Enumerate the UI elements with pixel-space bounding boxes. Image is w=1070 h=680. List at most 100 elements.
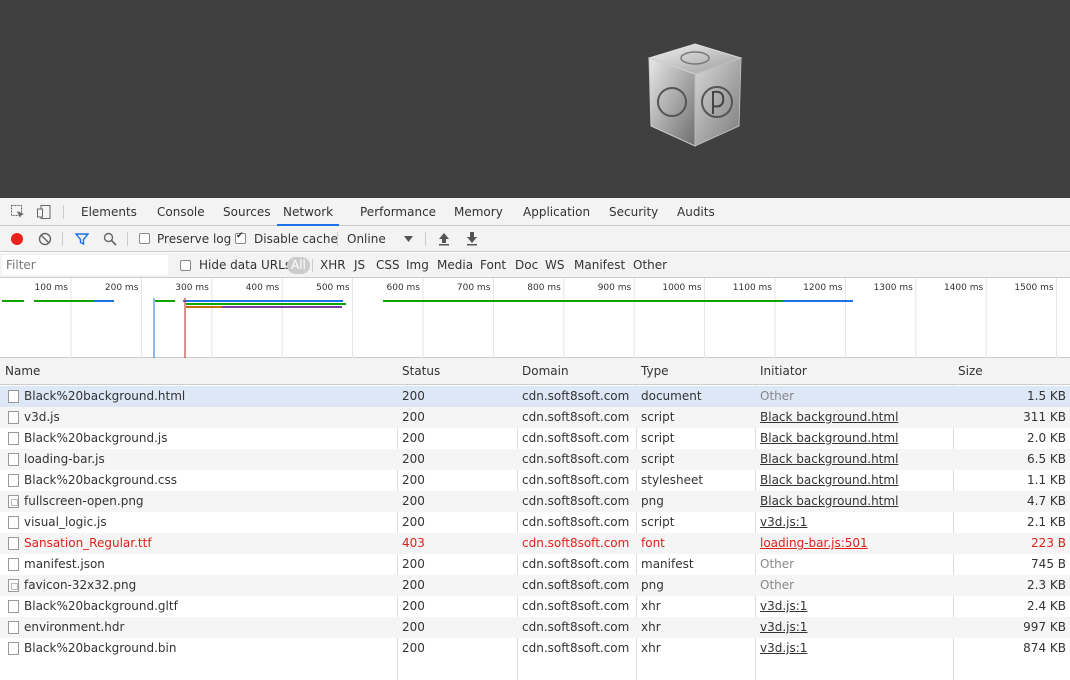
column-header-size[interactable]: Size: [953, 358, 983, 385]
request-type: script: [641, 431, 675, 445]
tab-application[interactable]: Application: [523, 198, 590, 226]
table-row[interactable]: loading-bar.js 200 cdn.soft8soft.com script…: [0, 449, 1070, 470]
request-name[interactable]: Black%20background.html: [24, 386, 394, 407]
tab-memory[interactable]: Memory: [454, 198, 503, 226]
request-size: 4.7 KB: [1027, 494, 1066, 508]
devtools-tab-bar: Elements Console Sources Network Perform…: [0, 198, 1070, 226]
request-size: 2.1 KB: [1027, 515, 1066, 529]
column-header-name[interactable]: Name: [0, 358, 40, 385]
request-name[interactable]: Black%20background.bin: [24, 638, 394, 659]
filter-icon[interactable]: [75, 232, 89, 246]
request-initiator[interactable]: Black background.html: [760, 407, 950, 428]
filter-type-manifest[interactable]: Manifest: [574, 253, 625, 278]
tab-bar-separator: [63, 205, 64, 219]
filter-type-js[interactable]: JS: [354, 253, 365, 278]
filter-type-media[interactable]: Media: [437, 253, 473, 278]
request-initiator[interactable]: Black background.html: [760, 428, 950, 449]
request-domain: cdn.soft8soft.com: [522, 452, 630, 466]
table-row[interactable]: Black%20background.gltf 200 cdn.soft8soft.…: [0, 596, 1070, 617]
column-header-type[interactable]: Type: [636, 358, 669, 385]
request-name[interactable]: loading-bar.js: [24, 449, 394, 470]
inspect-element-icon[interactable]: [10, 204, 26, 220]
table-row[interactable]: Black%20background.bin 200 cdn.soft8soft.c…: [0, 638, 1070, 659]
device-toolbar-icon[interactable]: [36, 204, 52, 220]
table-row[interactable]: Black%20background.css 200 cdn.soft8soft.c…: [0, 470, 1070, 491]
image-file-icon: [8, 495, 19, 508]
tab-network[interactable]: Network: [277, 198, 340, 226]
table-row[interactable]: v3d.js 200 cdn.soft8soft.com script Black ba…: [0, 407, 1070, 428]
tab-console[interactable]: Console: [157, 198, 205, 226]
column-header-status[interactable]: Status: [397, 358, 440, 385]
table-row[interactable]: manifest.json 200 cdn.soft8soft.com manifes…: [0, 554, 1070, 575]
filter-type-img[interactable]: Img: [406, 253, 429, 278]
request-name[interactable]: manifest.json: [24, 554, 394, 575]
request-name[interactable]: visual_logic.js: [24, 512, 394, 533]
filter-type-other[interactable]: Other: [633, 253, 667, 278]
table-row[interactable]: favicon-32x32.png 200 cdn.soft8soft.com png…: [0, 575, 1070, 596]
request-name[interactable]: favicon-32x32.png: [24, 575, 394, 596]
request-name[interactable]: Black%20background.js: [24, 428, 394, 449]
network-overview-timeline[interactable]: 100 ms 200 ms 300 ms 400 ms 500 ms 600 ms 700 …: [0, 278, 1070, 358]
overview-request-bar: [155, 300, 175, 302]
tab-audits[interactable]: Audits: [677, 198, 715, 226]
table-row[interactable]: fullscreen-open.png 200 cdn.soft8soft.com p…: [0, 491, 1070, 512]
chevron-down-icon: [404, 236, 413, 242]
request-size: 1.1 KB: [1027, 473, 1066, 487]
request-status: 403: [402, 536, 425, 550]
filter-type-font[interactable]: Font: [480, 253, 506, 278]
request-name[interactable]: Black%20background.css: [24, 470, 394, 491]
throttling-select[interactable]: Online: [347, 226, 386, 252]
import-har-icon[interactable]: [437, 231, 451, 246]
filter-type-all[interactable]: All: [287, 257, 310, 274]
request-status: 200: [402, 557, 425, 571]
preserve-log-checkbox[interactable]: [139, 233, 150, 244]
filter-input[interactable]: [2, 255, 168, 275]
toolbar-separator: [337, 232, 338, 246]
table-row[interactable]: Sansation_Regular.ttf 403 cdn.soft8soft.co…: [0, 533, 1070, 554]
request-initiator[interactable]: v3d.js:1: [760, 512, 950, 533]
request-initiator[interactable]: v3d.js:1: [760, 638, 950, 659]
search-icon[interactable]: [103, 232, 117, 246]
column-header-domain[interactable]: Domain: [517, 358, 569, 385]
column-header-initiator[interactable]: Initiator: [755, 358, 807, 385]
filter-type-xhr[interactable]: XHR: [320, 253, 346, 278]
request-type: stylesheet: [641, 473, 704, 487]
request-size: 997 KB: [1023, 620, 1066, 634]
request-size: 2.0 KB: [1027, 431, 1066, 445]
hide-data-urls-checkbox[interactable]: [180, 260, 191, 271]
request-name[interactable]: fullscreen-open.png: [24, 491, 394, 512]
request-initiator[interactable]: Black background.html: [760, 470, 950, 491]
request-name[interactable]: Sansation_Regular.ttf: [24, 533, 394, 554]
request-initiator: Other: [760, 578, 795, 592]
request-name[interactable]: environment.hdr: [24, 617, 394, 638]
request-status: 200: [402, 389, 425, 403]
request-size: 6.5 KB: [1027, 452, 1066, 466]
filter-type-doc[interactable]: Doc: [515, 253, 538, 278]
request-initiator[interactable]: Black background.html: [760, 491, 950, 512]
tab-sources[interactable]: Sources: [223, 198, 270, 226]
export-har-icon[interactable]: [465, 231, 479, 246]
request-initiator[interactable]: v3d.js:1: [760, 596, 950, 617]
filter-type-ws[interactable]: WS: [545, 253, 564, 278]
request-type: manifest: [641, 557, 694, 571]
table-row[interactable]: Black%20background.js 200 cdn.soft8soft.co…: [0, 428, 1070, 449]
record-icon[interactable]: [10, 232, 24, 246]
table-row[interactable]: environment.hdr 200 cdn.soft8soft.com xhr v3…: [0, 617, 1070, 638]
clear-icon[interactable]: [38, 232, 52, 246]
filter-type-css[interactable]: CSS: [376, 253, 400, 278]
tab-security[interactable]: Security: [609, 198, 658, 226]
request-initiator[interactable]: Black background.html: [760, 449, 950, 470]
toolbar-separator: [425, 232, 426, 246]
request-initiator[interactable]: v3d.js:1: [760, 617, 950, 638]
request-initiator[interactable]: loading-bar.js:501: [760, 533, 950, 554]
file-icon: [8, 642, 19, 655]
overview-request-bar: [186, 306, 222, 308]
overview-tick-label: 1200 ms: [803, 283, 843, 293]
request-name[interactable]: v3d.js: [24, 407, 394, 428]
request-name[interactable]: Black%20background.gltf: [24, 596, 394, 617]
tab-elements[interactable]: Elements: [81, 198, 137, 226]
disable-cache-checkbox[interactable]: [235, 231, 246, 244]
table-row[interactable]: Black%20background.html 200 cdn.soft8soft.…: [0, 386, 1070, 407]
tab-performance[interactable]: Performance: [360, 198, 436, 226]
table-row[interactable]: visual_logic.js 200 cdn.soft8soft.com scrip…: [0, 512, 1070, 533]
